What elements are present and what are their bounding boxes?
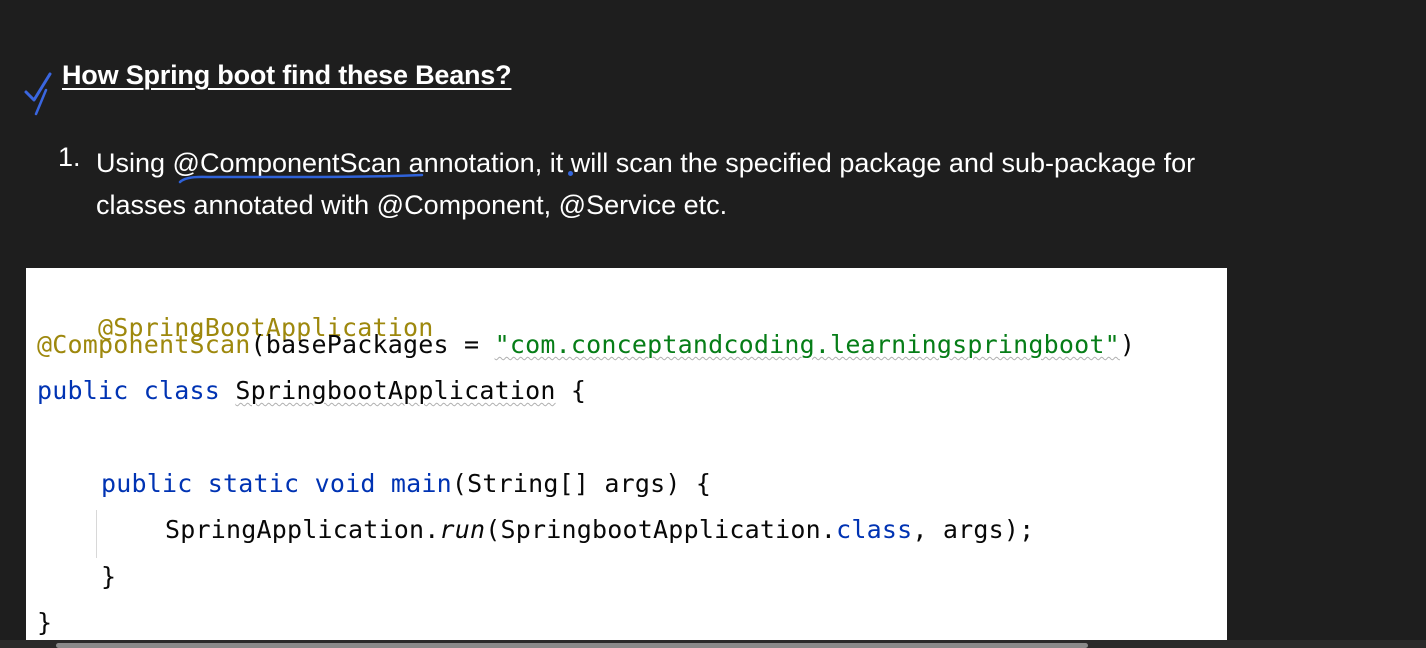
horizontal-scrollbar[interactable]: [56, 643, 1088, 648]
close-paren: ): [1119, 330, 1136, 359]
code-line-7: }: [101, 562, 117, 591]
ink-dot: [568, 171, 573, 176]
section-heading: How Spring boot find these Beans?: [62, 60, 512, 90]
package-string: "com.conceptandcoding.learningspringboot…: [494, 330, 1120, 359]
class-name: SpringbootApplication: [235, 376, 556, 405]
list-line-1-suffix: annotation, it will scan the specified p…: [401, 148, 1196, 178]
code-line-3: public class SpringbootApplication {: [37, 376, 586, 405]
indent-guide: [96, 510, 97, 558]
checkmark-icon: [24, 72, 52, 116]
list-number: 1.: [58, 142, 81, 172]
spring-application-object: SpringApplication.: [165, 515, 440, 544]
method-main: main: [390, 469, 452, 498]
code-panel: @SpringBootApplication @ComponentScan(ba…: [26, 268, 1227, 648]
keyword-public: public: [37, 376, 129, 405]
run-argument: (SpringbootApplication.: [485, 515, 837, 544]
keyword-static: static: [207, 469, 300, 498]
code-line-2: @ComponentScan(basePackages = "com.conce…: [37, 330, 1135, 359]
keyword-public: public: [101, 469, 193, 498]
code-line-8: }: [37, 608, 53, 637]
run-args-rest: , args);: [912, 515, 1035, 544]
open-brace: {: [555, 376, 587, 405]
run-method: run: [439, 515, 486, 544]
keyword-class: class: [143, 376, 221, 405]
list-line-2: classes annotated with @Component, @Serv…: [96, 190, 728, 220]
base-packages-param: (basePackages =: [250, 330, 495, 359]
component-scan-annotation: @ComponentScan: [37, 330, 251, 359]
ink-underline: [178, 173, 424, 184]
code-line-6: SpringApplication.run(SpringbootApplicat…: [165, 515, 1034, 544]
code-line-5: public static void main(String[] args) {: [101, 469, 711, 498]
main-params: (String[] args) {: [451, 469, 712, 498]
keyword-void: void: [314, 469, 376, 498]
keyword-class-literal: class: [836, 515, 913, 544]
list-line-1-prefix: Using: [96, 148, 173, 178]
